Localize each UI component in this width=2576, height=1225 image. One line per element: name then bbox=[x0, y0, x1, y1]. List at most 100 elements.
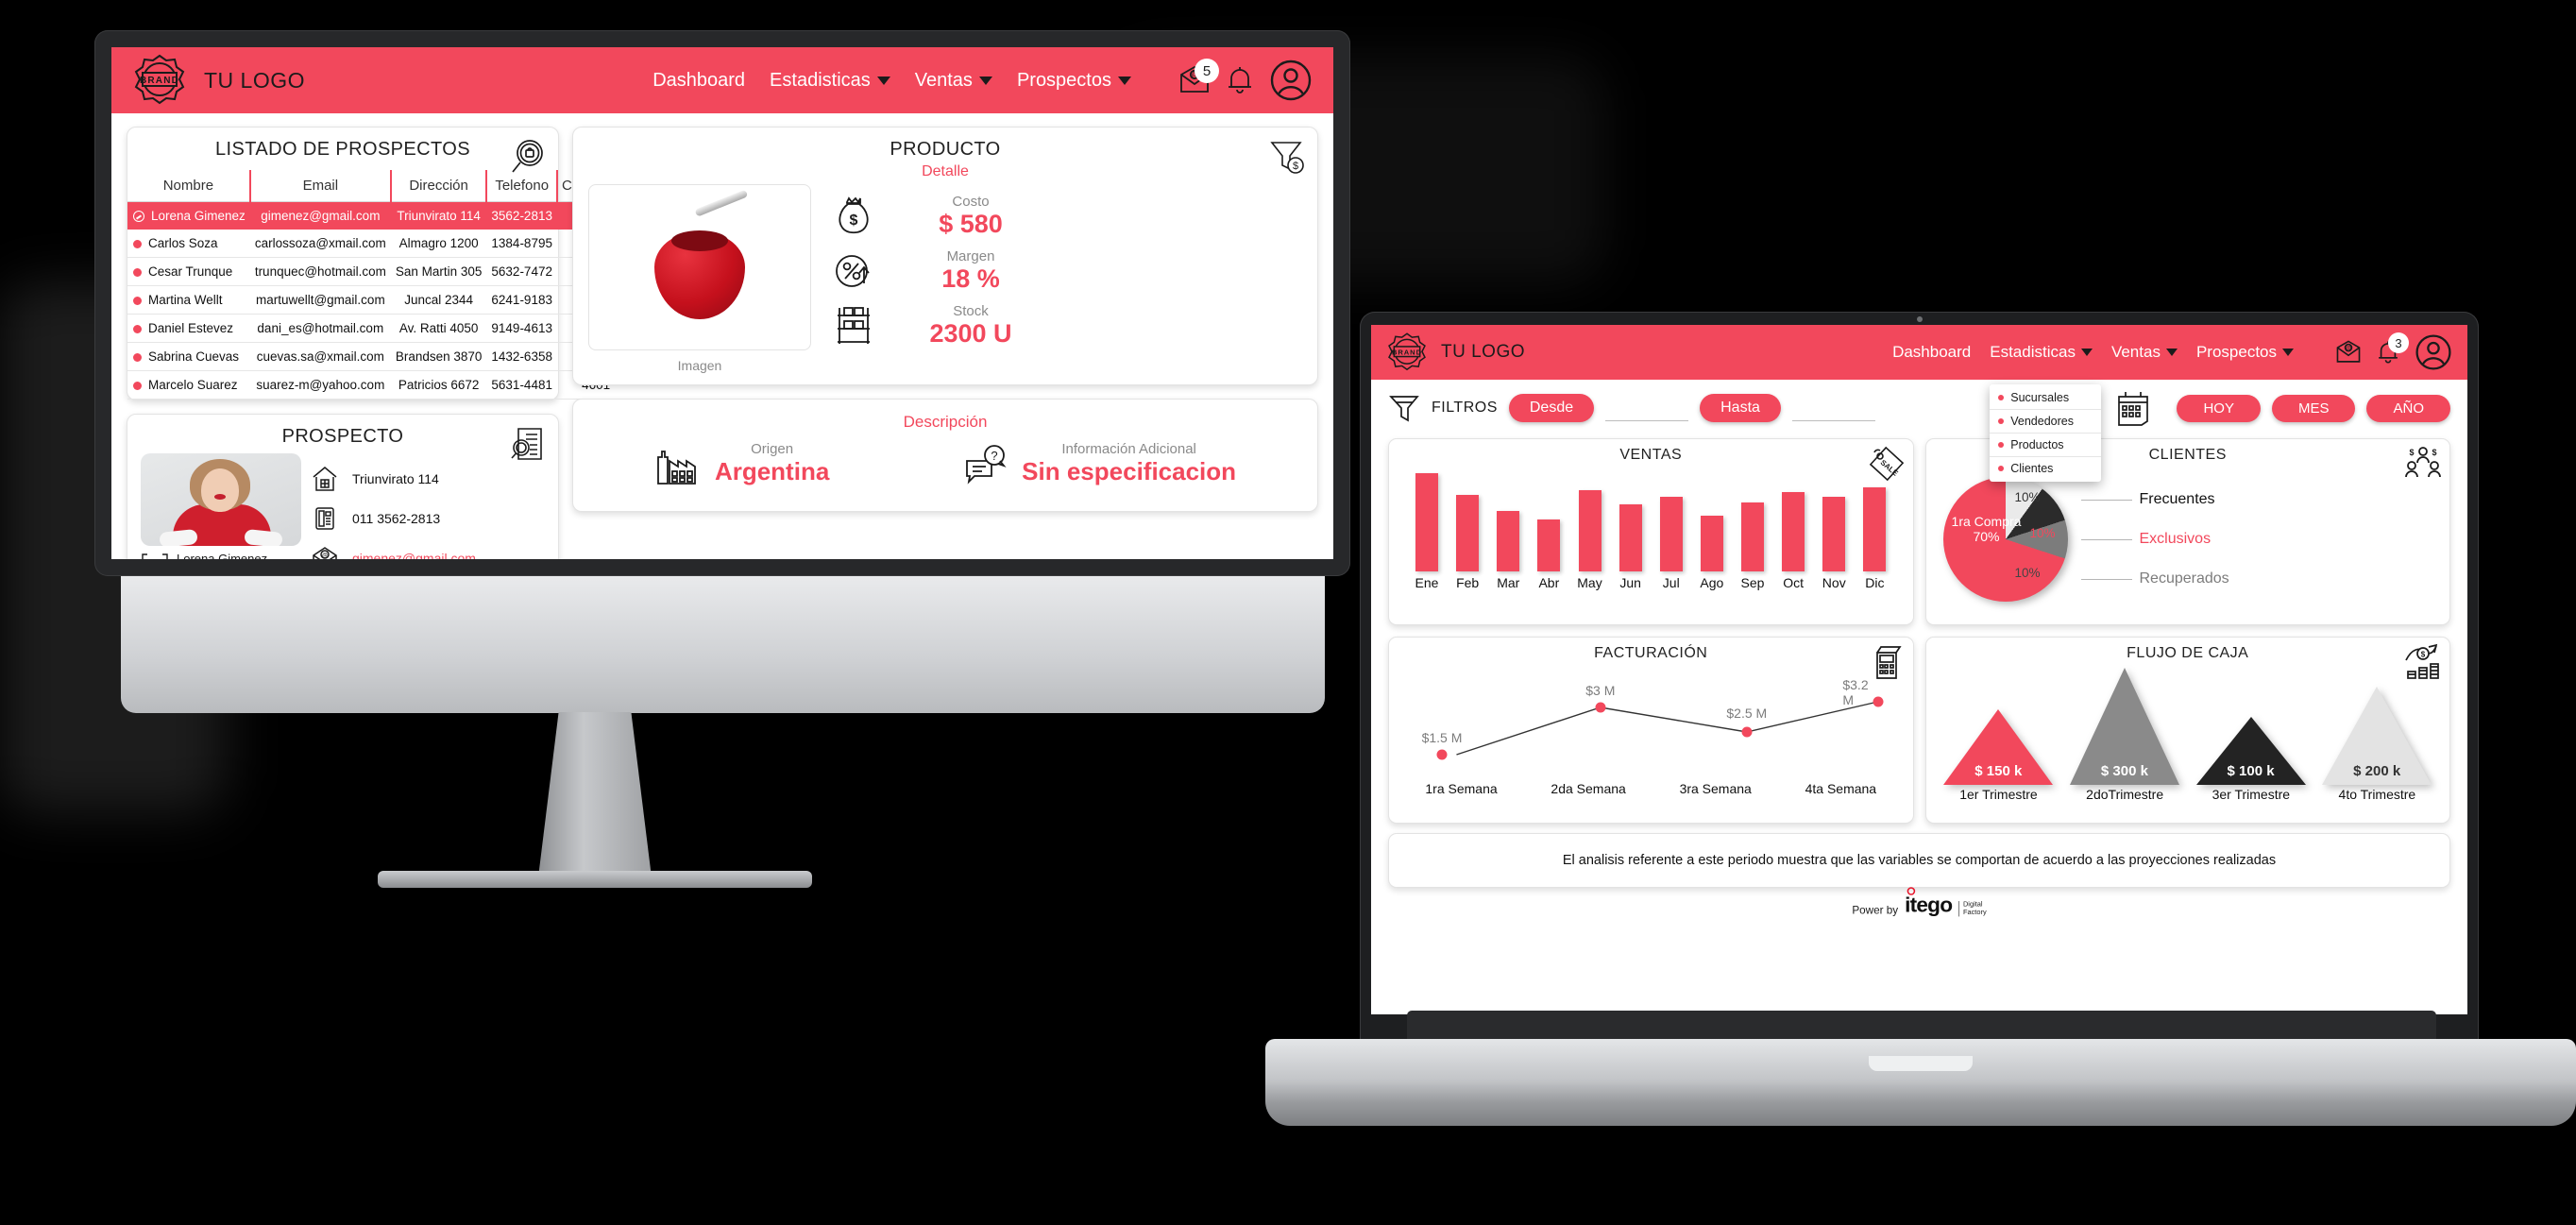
triangle-group: $ 150 k bbox=[1941, 664, 2055, 785]
filter-hasta-input[interactable] bbox=[1791, 420, 1875, 421]
table-row[interactable]: Lorena Gimenez gimenez@gmail.com Triunvi… bbox=[127, 201, 636, 230]
bar-label: Dic bbox=[1865, 575, 1885, 590]
dropdown-item-vendedores[interactable]: Vendedores bbox=[1990, 410, 2102, 434]
filter-hasta-button[interactable]: Hasta bbox=[1700, 394, 1781, 422]
laptop-camera bbox=[1916, 316, 1923, 322]
svg-text:$: $ bbox=[1293, 161, 1298, 172]
bar-label: Sep bbox=[1740, 575, 1765, 590]
pie-pct-exclusivos: 10% bbox=[2029, 526, 2056, 540]
facturacion-chart-title: FACTURACIÓN bbox=[1594, 645, 1708, 661]
facturacion-line: $1.5 M $3 M $2.5 M $3.2 M bbox=[1398, 664, 1904, 777]
cell-direccion: Juncal 2344 bbox=[390, 285, 487, 315]
range-hoy-button[interactable]: HOY bbox=[2177, 394, 2261, 422]
brand-stamp-icon[interactable]: BRAND bbox=[132, 53, 187, 108]
bar-label: Nov bbox=[1822, 575, 1846, 590]
status-dot-icon bbox=[133, 239, 142, 248]
bullet-icon bbox=[1998, 466, 2005, 471]
metric-label: Costo bbox=[952, 194, 990, 210]
bar-group: Ene bbox=[1410, 473, 1444, 590]
col-nombre[interactable]: Nombre bbox=[127, 170, 251, 202]
chevron-down-icon bbox=[2282, 349, 2294, 356]
table-row[interactable]: Marcelo Suarez suarez-m@yahoo.com Patric… bbox=[127, 370, 636, 400]
calendar-icon[interactable] bbox=[2114, 389, 2152, 427]
laptop-footer-logo: Power by itego Digital Factory bbox=[1492, 887, 2347, 920]
user-avatar-icon[interactable] bbox=[1269, 59, 1313, 102]
table-row[interactable]: Carlos Soza carlossoza@xmail.com Almagro… bbox=[127, 230, 636, 258]
clientes-pie: 1ra Compra 70% 10% 10% 10% bbox=[1942, 477, 2068, 602]
dropdown-item-productos[interactable]: Productos bbox=[1990, 434, 2102, 457]
triangle-group: $ 100 k bbox=[2195, 664, 2308, 785]
screenshot-stage: BRAND TU LOGO Dashboard Estadisticas Ven… bbox=[0, 0, 2576, 1225]
brand-stamp-icon[interactable]: BRAND bbox=[1386, 332, 1428, 373]
mail-icon[interactable]: @ 5 bbox=[1178, 59, 1219, 96]
descripcion-card: Descripción Origen Argentina ? Informaci… bbox=[572, 399, 1318, 512]
bar-label: Abr bbox=[1538, 575, 1560, 590]
question-chat-icon: ? bbox=[961, 442, 1008, 485]
data-point bbox=[1595, 702, 1606, 713]
ventas-bars: Ene Feb Mar Abr May Jun Jul Ago Sep Oct … bbox=[1398, 469, 1904, 590]
data-point bbox=[1436, 749, 1448, 760]
triangle-value: $ 300 k bbox=[2100, 763, 2148, 779]
col-email[interactable]: Email bbox=[249, 170, 392, 202]
table-row[interactable]: Daniel Estevez dani_es@hotmail.com Av. R… bbox=[127, 314, 636, 343]
col-direccion[interactable]: Dirección bbox=[390, 170, 488, 202]
producto-title: PRODUCTO bbox=[890, 139, 1001, 160]
bar-group: Ago bbox=[1695, 516, 1729, 590]
chevron-down-icon bbox=[1118, 76, 1131, 85]
estadisticas-dropdown-menu[interactable]: Sucursales Vendedores Productos Clientes bbox=[1990, 384, 2102, 482]
flujo-caja-chart-card: FLUJO DE CAJA $ $ 150 k $ 300 k $ 100 k … bbox=[1924, 637, 2450, 824]
nav-item-ventas[interactable]: Ventas bbox=[2111, 343, 2178, 362]
legend-leader-line bbox=[2080, 499, 2132, 501]
metric-value: $ 580 bbox=[939, 210, 1003, 238]
prospect-list-card: LISTADO DE PROSPECTOS Nombre Email Direc… bbox=[127, 127, 636, 400]
cell-email: suarez-m@yahoo.com bbox=[249, 370, 391, 400]
imac-stand-foot bbox=[378, 871, 812, 888]
nav-item-estadisticas[interactable]: Estadisticas bbox=[770, 70, 890, 92]
prospecto-contact: Triunvirato 114 011 3562-2813 @ gimenez@… bbox=[311, 453, 476, 559]
producto-subtitle[interactable]: Detalle bbox=[573, 161, 1317, 180]
cell-email: cuevas.sa@xmail.com bbox=[249, 342, 391, 371]
x-label: 3ra Semana bbox=[1679, 781, 1752, 796]
filter-desde-input[interactable] bbox=[1605, 420, 1689, 421]
contact-file-icon[interactable] bbox=[507, 424, 547, 464]
chevron-down-icon bbox=[876, 76, 890, 85]
laptop-base bbox=[1265, 1039, 2576, 1126]
nav-label: Prospectos bbox=[2195, 343, 2277, 361]
table-row[interactable]: Sabrina Cuevas cuevas.sa@xmail.com Brand… bbox=[127, 342, 636, 371]
group-check-icon bbox=[141, 553, 169, 559]
facturacion-chart-card: FACTURACIÓN $1.5 M $3 M $2.5 M $3.2 M 1r… bbox=[1388, 637, 1914, 824]
bell-icon[interactable]: 3 bbox=[2375, 332, 2409, 366]
cell-direccion: Av. Ratti 4050 bbox=[390, 314, 487, 343]
prospect-email[interactable]: gimenez@gmail.com bbox=[352, 551, 476, 559]
laptop-lid: BRAND TU LOGO Dashboard Estadisticas Suc… bbox=[1360, 312, 2479, 1058]
nav-label: Estadisticas bbox=[1990, 343, 2076, 361]
prospect-table: Nombre Email Dirección Telefono Cod Post… bbox=[127, 170, 636, 400]
nav-item-prospectos[interactable]: Prospectos bbox=[2196, 343, 2294, 362]
search-user-icon[interactable] bbox=[507, 137, 547, 177]
dropdown-item-sucursales[interactable]: Sucursales bbox=[1990, 386, 2102, 410]
range-ano-button[interactable]: AÑO bbox=[2366, 394, 2450, 422]
nav-item-ventas[interactable]: Ventas bbox=[915, 70, 992, 92]
sales-funnel-icon[interactable]: $ bbox=[1266, 137, 1306, 177]
nav-item-estadisticas[interactable]: Estadisticas Sucursales Vendedores Produ… bbox=[1990, 343, 2102, 482]
dropdown-item-clientes[interactable]: Clientes bbox=[1990, 457, 2101, 480]
descripcion-value: Argentina bbox=[714, 457, 830, 485]
mail-badge: 5 bbox=[1195, 59, 1219, 83]
bar-group: Jun bbox=[1614, 504, 1648, 590]
descripcion-info-adicional: ? Información Adicional Sin especificaci… bbox=[961, 441, 1236, 486]
cell-email: carlossoza@xmail.com bbox=[249, 230, 391, 258]
table-row[interactable]: Martina Wellt martuwellt@gmail.com Junca… bbox=[127, 285, 636, 315]
producto-card: PRODUCTO Detalle $ Imagen $ Costo $ 580 … bbox=[572, 127, 1318, 385]
clientes-legend: Frecuentes Exclusivos Recuperados bbox=[2068, 491, 2441, 587]
bell-icon[interactable] bbox=[1224, 64, 1256, 96]
logo-text: TU LOGO bbox=[1441, 342, 1526, 362]
prospecto-title: PROSPECTO bbox=[281, 426, 404, 447]
table-row[interactable]: Cesar Trunque trunquec@hotmail.com San M… bbox=[127, 257, 636, 286]
mail-icon[interactable]: @ bbox=[2335, 339, 2362, 366]
nav-item-dashboard[interactable]: Dashboard bbox=[652, 70, 745, 92]
filter-desde-button[interactable]: Desde bbox=[1508, 394, 1595, 422]
nav-item-dashboard[interactable]: Dashboard bbox=[1892, 343, 1971, 362]
nav-item-prospectos[interactable]: Prospectos bbox=[1017, 70, 1131, 92]
range-mes-button[interactable]: MES bbox=[2271, 394, 2356, 422]
user-avatar-icon[interactable] bbox=[2415, 333, 2452, 371]
